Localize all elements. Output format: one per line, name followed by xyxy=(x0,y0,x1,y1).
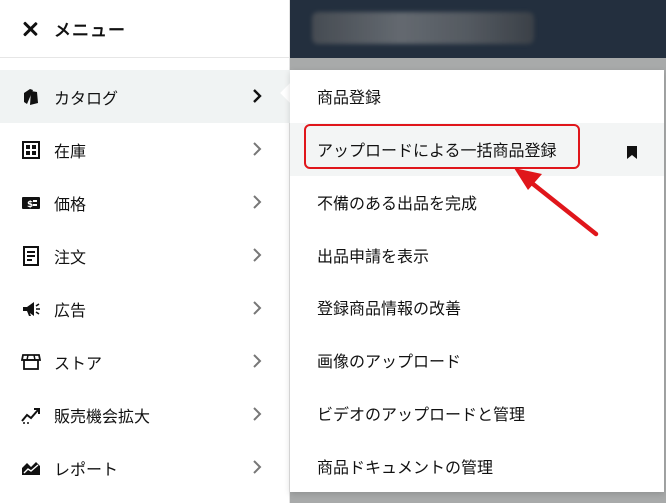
megaphone-icon xyxy=(20,298,42,320)
reports-icon xyxy=(20,457,42,479)
chevron-right-icon xyxy=(252,459,262,475)
pointer-arrow-icon xyxy=(514,168,599,237)
chevron-right-icon xyxy=(252,406,262,422)
chevron-right-icon xyxy=(252,247,262,263)
submenu-item-documents[interactable]: 商品ドキュメントの管理 xyxy=(290,439,664,492)
menu-header: メニュー xyxy=(0,0,289,58)
sidebar-item-growth[interactable]: 販売機会拡大 xyxy=(0,388,290,441)
sidebar-item-store[interactable]: ストア xyxy=(0,335,290,388)
catalog-tag-icon xyxy=(20,86,42,108)
bookmark-icon[interactable] xyxy=(627,144,637,163)
submenu-item-add-products[interactable]: 商品登録 xyxy=(290,70,664,123)
sidebar-item-orders[interactable]: 注文 xyxy=(0,229,290,282)
sidebar-item-advertising[interactable]: 広告 xyxy=(0,282,290,335)
sidebar-menu: メニュー カタログ 在庫 $ 価格 注文 広告 ストア 販売機会拡大 レポート xyxy=(0,0,290,503)
close-icon[interactable] xyxy=(20,19,40,39)
svg-text:$: $ xyxy=(27,200,33,210)
sidebar-item-label: 販売機会拡大 xyxy=(54,406,151,426)
highlight-annotation xyxy=(304,124,580,169)
sidebar-item-catalog[interactable]: カタログ xyxy=(0,70,290,123)
sidebar-item-label: カタログ xyxy=(54,88,119,108)
chevron-right-icon xyxy=(252,141,262,157)
blurred-account-info xyxy=(312,12,534,44)
sidebar-item-label: ストア xyxy=(54,353,103,373)
chevron-right-icon xyxy=(252,88,262,104)
menu-title: メニュー xyxy=(54,21,126,41)
growth-chart-icon xyxy=(20,404,42,426)
storefront-icon xyxy=(20,351,42,373)
orders-icon xyxy=(20,245,42,267)
chevron-right-icon xyxy=(252,194,262,210)
sidebar-item-inventory[interactable]: 在庫 xyxy=(0,123,290,176)
chevron-right-icon xyxy=(252,300,262,316)
inventory-icon xyxy=(20,139,42,161)
submenu-item-complete-drafts[interactable]: 不備のある出品を完成 xyxy=(290,176,664,229)
submenu-item-videos[interactable]: ビデオのアップロードと管理 xyxy=(290,387,664,440)
submenu-item-view-applications[interactable]: 出品申請を表示 xyxy=(290,228,664,281)
chevron-right-icon xyxy=(252,353,262,369)
sidebar-item-reports[interactable]: レポート xyxy=(0,441,290,494)
sidebar-item-label: 価格 xyxy=(54,194,87,214)
sidebar-item-label: 注文 xyxy=(54,247,87,267)
submenu-item-improve-listings[interactable]: 登録商品情報の改善 xyxy=(290,281,664,334)
sidebar-item-price[interactable]: $ 価格 xyxy=(0,176,290,229)
sidebar-item-label: 在庫 xyxy=(54,141,87,161)
sidebar-nav: カタログ 在庫 $ 価格 注文 広告 ストア 販売機会拡大 レポート xyxy=(0,70,290,494)
sidebar-item-label: レポート xyxy=(54,459,119,479)
submenu-item-upload-images[interactable]: 画像のアップロード xyxy=(290,334,664,387)
sidebar-item-label: 広告 xyxy=(54,300,87,320)
top-navigation-bar xyxy=(290,0,666,58)
price-icon: $ xyxy=(20,192,42,214)
